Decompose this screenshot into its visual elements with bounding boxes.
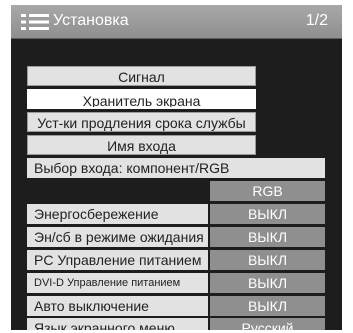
page-indicator: 1/2 [305,12,328,29]
screensaver-button[interactable]: Хранитель экрана [27,89,256,109]
power-save-label: Энергосбережение [27,204,208,224]
input-select-value[interactable]: RGB [210,181,325,201]
panel-life-settings-button[interactable]: Уст-ки продления срока службы [27,112,256,132]
signal-button[interactable]: Сигнал [27,66,256,86]
dvi-power-management-value[interactable]: ВЫКЛ [210,273,325,293]
osd-language-label: Язык экранного меню [27,318,208,330]
osd-screen: Установка 1/2 Сигнал Хранитель экрана Ус… [0,0,353,333]
power-save-value[interactable]: ВЫКЛ [210,204,325,224]
input-label-button[interactable]: Имя входа [27,135,256,155]
pc-power-management-label: PC Управление питанием [27,250,208,270]
auto-power-off-label: Авто выключение [27,296,208,316]
auto-power-off-value[interactable]: ВЫКЛ [210,296,325,316]
osd-language-value[interactable]: Русский [210,318,325,330]
standby-save-label: Эн/сб в режиме ожидания [27,227,208,247]
menu-title: Установка [53,12,129,29]
pc-power-management-value[interactable]: ВЫКЛ [210,250,325,270]
menu-header: Установка 1/2 [11,5,342,39]
input-select-label: Выбор входа: компонент/RGB [27,158,325,178]
menu-list-icon [21,14,49,30]
setup-menu-panel: Установка 1/2 Сигнал Хранитель экрана Ус… [11,5,342,330]
standby-save-value[interactable]: ВЫКЛ [210,227,325,247]
dvi-power-management-label: DVI-D Управление питанием [27,273,208,293]
